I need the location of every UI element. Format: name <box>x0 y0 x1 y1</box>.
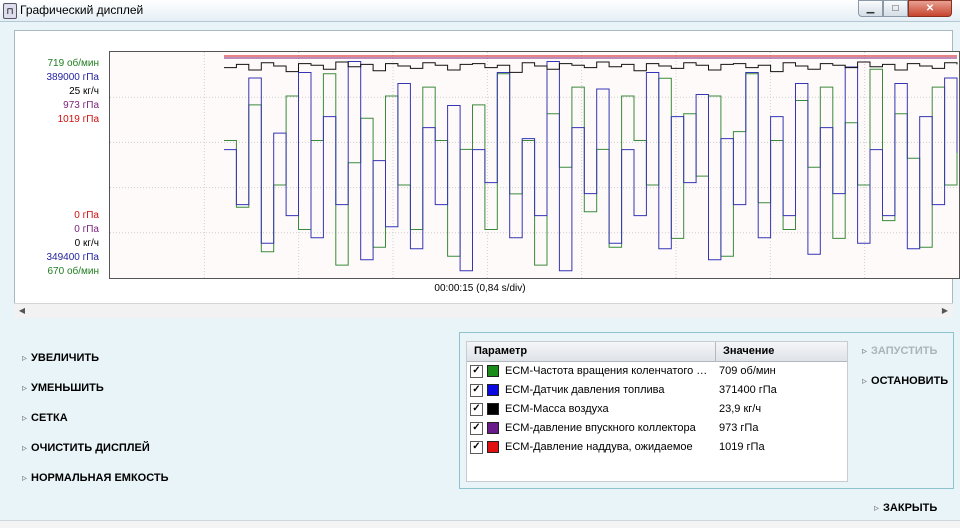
y-axis-label: 0 гПа <box>74 224 99 235</box>
parameter-value: 371400 гПа <box>719 384 777 396</box>
maximize-button[interactable]: □ <box>883 0 908 17</box>
close-window-button[interactable]: ✕ <box>908 0 952 17</box>
y-axis-label: 349400 гПа <box>46 252 99 263</box>
table-row[interactable]: ✓ ECM-Давление наддува, ожидаемое 1019 гПа <box>467 439 847 458</box>
parameter-name: ECM-Частота вращения коленчатого вала <box>505 365 711 377</box>
parameter-name: ECM-Масса воздуха <box>505 403 609 415</box>
close-button[interactable]: ЗАКРЫТЬ <box>874 502 937 514</box>
table-row[interactable]: ✓ ECM-Датчик давления топлива 371400 гПа <box>467 382 847 401</box>
scroll-left-icon[interactable]: ◀ <box>16 305 28 317</box>
row-checkbox[interactable]: ✓ <box>470 403 483 416</box>
minimize-button[interactable]: ▁ <box>858 0 883 17</box>
zoom-in-button[interactable]: УВЕЛИЧИТЬ <box>22 352 99 364</box>
color-swatch <box>487 384 499 396</box>
header-divider <box>715 342 716 361</box>
table-row[interactable]: ✓ ECM-давление впускного коллектора 973 гП… <box>467 420 847 439</box>
parameter-table: Параметр Значение ✓ ECM-Частота вращения … <box>466 341 848 482</box>
y-axis-label: 25 кг/ч <box>69 86 99 97</box>
header-value[interactable]: Значение <box>723 345 774 357</box>
table-row[interactable]: ✓ ECM-Масса воздуха 23,9 кг/ч <box>467 401 847 420</box>
series-line-0 <box>224 68 958 266</box>
row-checkbox[interactable]: ✓ <box>470 365 483 378</box>
y-axis-label: 389000 гПа <box>46 72 99 83</box>
start-button[interactable]: ЗАПУСТИТЬ <box>862 345 937 357</box>
y-axis-label: 719 об/мин <box>47 58 99 69</box>
header-parameter[interactable]: Параметр <box>474 345 527 357</box>
parameter-value: 1019 гПа <box>719 441 765 453</box>
series-line-2 <box>224 61 958 73</box>
row-checkbox[interactable]: ✓ <box>470 441 483 454</box>
parameter-value: 709 об/мин <box>719 365 776 377</box>
row-checkbox[interactable]: ✓ <box>470 384 483 397</box>
table-header: Параметр Значение <box>467 342 847 362</box>
line-chart <box>110 52 959 278</box>
window-controls: ▁ □ ✕ <box>858 0 952 17</box>
gauge-app-icon: ⊓ <box>3 3 17 19</box>
parameter-value: 23,9 кг/ч <box>719 403 762 415</box>
color-swatch <box>487 441 499 453</box>
series-line-1 <box>224 61 958 272</box>
grid-button[interactable]: СЕТКА <box>22 412 68 424</box>
normal-capacity-button[interactable]: НОРМАЛЬНАЯ ЕМКОСТЬ <box>22 472 168 484</box>
row-checkbox[interactable]: ✓ <box>470 422 483 435</box>
stop-button[interactable]: ОСТАНОВИТЬ <box>862 375 948 387</box>
title-bar: ⊓ Графический дисплей ▁ □ ✕ <box>0 0 960 22</box>
y-axis-label: 0 кг/ч <box>74 238 99 249</box>
color-swatch <box>487 365 499 377</box>
y-axis-label: 973 гПа <box>63 100 99 111</box>
parameter-name: ECM-Датчик давления топлива <box>505 384 665 396</box>
parameter-value: 973 гПа <box>719 422 759 434</box>
table-row[interactable]: ✓ ECM-Частота вращения коленчатого вала 70… <box>467 363 847 382</box>
y-axis-label: 1019 гПа <box>57 114 99 125</box>
horizontal-scrollbar[interactable]: ◀ ▶ <box>14 303 953 318</box>
window-title: Графический дисплей <box>20 3 144 17</box>
parameter-name: ECM-Давление наддува, ожидаемое <box>505 441 693 453</box>
plot-area <box>109 51 960 279</box>
scroll-right-icon[interactable]: ▶ <box>939 305 951 317</box>
time-scale-label: 00:00:15 (0,84 s/div) <box>434 283 526 294</box>
y-axis-label: 670 об/мин <box>47 266 99 277</box>
clear-display-button[interactable]: ОЧИСТИТЬ ДИСПЛЕЙ <box>22 442 150 454</box>
y-axis-label: 0 гПа <box>74 210 99 221</box>
graph-panel: 719 об/мин 389000 гПа 25 кг/ч 973 гПа 1019 г… <box>14 30 960 317</box>
zoom-out-button[interactable]: УМЕНЬШИТЬ <box>22 382 104 394</box>
parameter-name: ECM-давление впускного коллектора <box>505 422 696 434</box>
color-swatch <box>487 403 499 415</box>
color-swatch <box>487 422 499 434</box>
